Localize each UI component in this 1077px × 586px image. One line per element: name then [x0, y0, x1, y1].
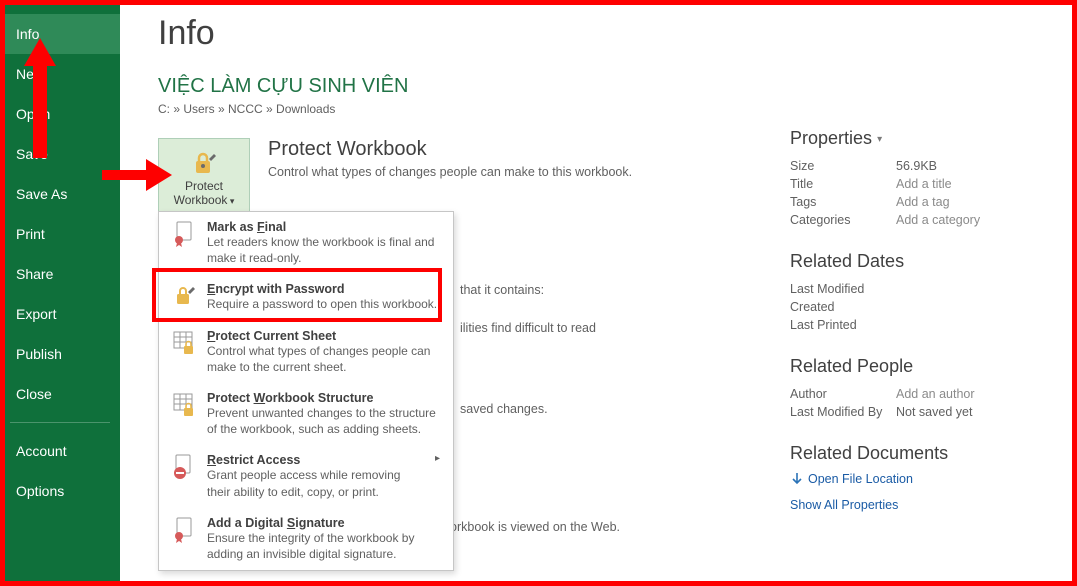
dd-protect-workbook-structure[interactable]: Protect Workbook Structure Prevent unwan…	[159, 383, 453, 445]
sidebar-item-account[interactable]: Account	[0, 431, 120, 471]
date-last-modified: Last Modified	[790, 282, 896, 296]
related-people-heading: Related People	[790, 356, 1050, 377]
lock-key-icon	[189, 149, 219, 177]
behind-text-difficulties: ilities find difficult to read	[460, 321, 596, 335]
sidebar-item-share[interactable]: Share	[0, 254, 120, 294]
sidebar-item-export[interactable]: Export	[0, 294, 120, 334]
sidebar-item-save-as[interactable]: Save As	[0, 174, 120, 214]
prop-value-categories[interactable]: Add a category	[896, 213, 980, 227]
dd-restrict-access[interactable]: Restrict Access Grant people access whil…	[159, 445, 453, 507]
protect-heading: Protect Workbook	[268, 138, 718, 161]
lock-icon	[171, 282, 197, 310]
prop-value-size: 56.9KB	[896, 159, 937, 173]
sidebar-item-publish[interactable]: Publish	[0, 334, 120, 374]
prop-label-size: Size	[790, 159, 896, 173]
sidebar-item-close[interactable]: Close	[0, 374, 120, 414]
related-documents-heading: Related Documents	[790, 443, 1050, 464]
dd-encrypt-with-password[interactable]: Encrypt with Password Require a password…	[159, 274, 453, 320]
ribbon-icon	[171, 516, 197, 544]
prop-label-categories: Categories	[790, 213, 896, 227]
sidebar-item-open[interactable]: Open	[0, 94, 120, 134]
prop-value-tags[interactable]: Add a tag	[896, 195, 950, 209]
tile-line2: Workbook	[174, 193, 228, 207]
sidebar-item-print[interactable]: Print	[0, 214, 120, 254]
related-dates-heading: Related Dates	[790, 251, 1050, 272]
prop-value-title[interactable]: Add a title	[896, 177, 952, 191]
breadcrumb: C: » Users » NCCC » Downloads	[158, 102, 1045, 116]
people-author-value[interactable]: Add an author	[896, 387, 975, 401]
backstage-sidebar: Info New Open Save Save As Print Share E…	[0, 0, 120, 586]
sidebar-item-info[interactable]: Info	[0, 14, 120, 54]
dd-protect-current-sheet[interactable]: Protect Current Sheet Control what types…	[159, 321, 453, 383]
page-title: Info	[158, 14, 1045, 53]
sheet-lock-icon	[171, 391, 197, 419]
document-title: VIỆC LÀM CỰU SINH VIÊN	[158, 75, 1045, 98]
date-created: Created	[790, 300, 896, 314]
sidebar-separator	[10, 422, 110, 423]
behind-text-web: orkbook is viewed on the Web.	[450, 520, 620, 534]
protect-workbook-dropdown: Mark as Final Let readers know the workb…	[158, 211, 454, 571]
ribbon-icon	[171, 220, 197, 248]
properties-heading[interactable]: Properties ▾	[790, 128, 1050, 149]
dd-mark-as-final[interactable]: Mark as Final Let readers know the workb…	[159, 212, 453, 274]
sheet-lock-icon	[171, 329, 197, 357]
sidebar-item-new[interactable]: New	[0, 54, 120, 94]
show-all-properties-link[interactable]: Show All Properties	[790, 498, 1050, 512]
no-entry-icon	[171, 453, 197, 481]
prop-label-tags: Tags	[790, 195, 896, 209]
open-file-location-link[interactable]: Open File Location	[790, 472, 1050, 486]
protect-desc: Control what types of changes people can…	[268, 165, 718, 179]
sidebar-item-options[interactable]: Options	[0, 471, 120, 511]
prop-label-title: Title	[790, 177, 896, 191]
people-lastmod-value: Not saved yet	[896, 405, 972, 419]
submenu-arrow-icon: ▸	[435, 453, 443, 464]
behind-text-contains: that it contains:	[460, 283, 544, 297]
arrow-down-icon	[790, 472, 804, 486]
date-last-printed: Last Printed	[790, 318, 896, 332]
protect-workbook-button[interactable]: Protect Workbook ▾	[158, 138, 250, 218]
people-lastmod-label: Last Modified By	[790, 405, 896, 419]
tile-line1: Protect	[185, 179, 223, 193]
dd-add-digital-signature[interactable]: Add a Digital Signature Ensure the integ…	[159, 508, 453, 570]
sidebar-item-save[interactable]: Save	[0, 134, 120, 174]
behind-text-unsaved: saved changes.	[460, 402, 548, 416]
people-author-label: Author	[790, 387, 896, 401]
